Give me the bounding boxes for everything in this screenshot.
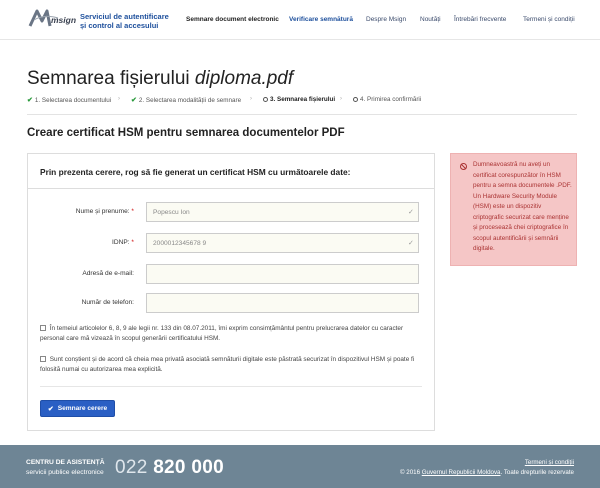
nav-news[interactable]: Noutăți bbox=[420, 16, 441, 23]
form-header: Prin prezenta cerere, rog să fie generat… bbox=[28, 154, 434, 189]
name-label: Nume și prenume: * bbox=[28, 208, 134, 215]
no-certificate-alert: Dumneavoastră nu aveți un certificat cor… bbox=[450, 153, 577, 266]
help-center-subtitle: servicii publice electronice bbox=[26, 468, 104, 476]
step-2-label: 2. Selectarea modalității de semnare bbox=[138, 96, 242, 104]
step-4: 4. Primirea confirmării bbox=[353, 96, 421, 103]
step-3-label: 3. Semnarea fișierului bbox=[270, 96, 336, 103]
step-2: ✔ 2. Selectarea modalității de semnare bbox=[131, 96, 242, 105]
step-separator-icon: › bbox=[250, 96, 252, 102]
consent-key-checkbox[interactable] bbox=[40, 356, 46, 362]
circle-icon bbox=[353, 97, 358, 102]
consent-data-checkbox[interactable] bbox=[40, 325, 46, 331]
footer-terms-link[interactable]: Termeni și condiții bbox=[525, 459, 574, 466]
site-header: msign Serviciul de autentificare și cont… bbox=[0, 0, 600, 40]
step-1: ✔ 1. Selectarea documentului bbox=[27, 96, 112, 105]
site-footer: CENTRU DE ASISTENȚĂ servicii publice ele… bbox=[0, 445, 600, 488]
phone-prefix: 022 bbox=[115, 457, 154, 478]
required-marker: * bbox=[131, 239, 134, 246]
step-4-label: 4. Primirea confirmării bbox=[360, 96, 422, 103]
circle-icon bbox=[263, 97, 268, 102]
help-center-title: CENTRU DE ASISTENȚĂ bbox=[26, 459, 105, 466]
check-icon: ✔ bbox=[131, 97, 137, 104]
sign-request-label: Semnare cerere bbox=[57, 405, 108, 412]
idnp-label: IDNP: * bbox=[28, 239, 134, 246]
logo-text: msign bbox=[51, 15, 76, 25]
alert-text: Dumneavoastră nu aveți un certificat cor… bbox=[473, 161, 572, 252]
valid-check-icon: ✓ bbox=[408, 209, 414, 216]
footer-links: Termeni și condiții © 2016 Guvernul Repu… bbox=[400, 458, 574, 478]
step-separator-icon: › bbox=[118, 96, 120, 102]
consent-data-processing: În temeiul articolelor 6, 8, 9 ale legii… bbox=[40, 324, 425, 344]
idnp-input[interactable] bbox=[146, 233, 419, 253]
prohibited-icon bbox=[460, 163, 467, 170]
consent-private-key: Sunt conștient și de acord că cheia mea … bbox=[40, 355, 425, 375]
nav-terms[interactable]: Termeni și condiții bbox=[523, 16, 575, 23]
phone-label: Număr de telefon: bbox=[81, 299, 134, 306]
sign-request-button[interactable]: ✔ Semnare cerere bbox=[40, 400, 115, 417]
service-name: Serviciul de autentificare și control al… bbox=[80, 12, 180, 30]
name-input[interactable] bbox=[146, 202, 419, 222]
name-label-text: Nume și prenume: bbox=[75, 208, 130, 215]
page-title: Semnarea fișierului diploma.pdf bbox=[27, 68, 293, 90]
valid-check-icon: ✓ bbox=[408, 240, 414, 247]
consent-data-text: În temeiul articolelor 6, 8, 9 ale legii… bbox=[40, 325, 404, 342]
page-title-prefix: Semnarea fișierului bbox=[27, 68, 195, 89]
phone-main: 820 000 bbox=[153, 457, 224, 478]
check-icon: ✔ bbox=[27, 97, 33, 104]
step-separator-icon: › bbox=[340, 96, 342, 102]
nav-faq[interactable]: Întrebări frecvente bbox=[454, 16, 506, 23]
service-name-line2: și control al accesului bbox=[80, 21, 159, 30]
msign-logo[interactable]: msign bbox=[28, 8, 76, 30]
divider bbox=[27, 114, 577, 115]
copyright-prefix: © 2016 bbox=[399, 469, 422, 476]
step-1-label: 1. Selectarea documentului bbox=[34, 96, 112, 104]
idnp-label-text: IDNP: bbox=[111, 239, 130, 246]
consent-key-text: Sunt conștient și de acord că cheia mea … bbox=[40, 356, 415, 373]
progress-steps: ✔ 1. Selectarea documentului › ✔ 2. Select… bbox=[27, 96, 577, 106]
check-icon: ✔ bbox=[47, 405, 54, 413]
phone-input[interactable] bbox=[146, 293, 419, 313]
form-heading: Prin prezenta cerere, rog să fie generat… bbox=[40, 167, 351, 177]
email-input[interactable] bbox=[146, 264, 419, 284]
email-label: Adresă de e-mail: bbox=[82, 270, 134, 277]
nav-sign-document[interactable]: Semnare document electronic bbox=[186, 16, 279, 23]
help-center-label: CENTRU DE ASISTENȚĂ servicii publice ele… bbox=[26, 458, 105, 477]
form-divider bbox=[40, 386, 422, 387]
page-title-filename: diploma.pdf bbox=[194, 68, 294, 89]
hsm-request-form: Prin prezenta cerere, rog să fie generat… bbox=[27, 153, 435, 431]
help-phone-number[interactable]: 022 820 000 bbox=[115, 457, 224, 479]
step-3: 3. Semnarea fișierului bbox=[263, 96, 335, 103]
nav-verify-signature[interactable]: Verificare semnătură bbox=[289, 16, 353, 23]
government-link[interactable]: Guvernul Republicii Moldova bbox=[422, 469, 501, 476]
section-title: Creare certificat HSM pentru semnarea do… bbox=[27, 127, 345, 139]
nav-about[interactable]: Despre Msign bbox=[366, 16, 406, 23]
service-name-line1: Serviciul de autentificare bbox=[80, 12, 169, 21]
required-marker: * bbox=[131, 208, 134, 215]
copyright-suffix: . Toate drepturile rezervate bbox=[500, 469, 575, 476]
